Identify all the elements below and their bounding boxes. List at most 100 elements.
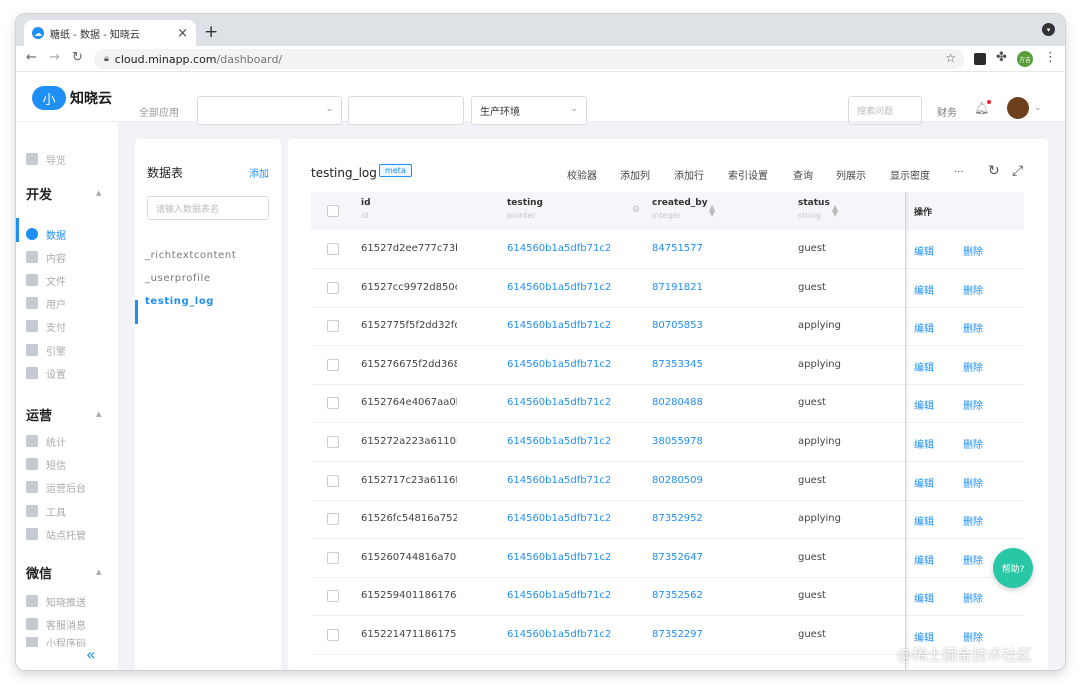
row-checkbox[interactable] (327, 281, 339, 294)
cell-created-by-link[interactable]: 80280509 (652, 475, 703, 486)
table-row[interactable]: 6152764e4067aa0be 614560b1a5dfb71c2 802804… (311, 384, 1024, 424)
row-checkbox[interactable] (327, 397, 339, 410)
sidebar-item-users[interactable]: 用户 (26, 294, 66, 312)
app-select[interactable]: ⌄ (197, 96, 342, 125)
row-checkbox[interactable] (327, 358, 339, 371)
user-avatar[interactable] (1007, 97, 1029, 119)
chevron-up-icon[interactable]: ▲ (96, 189, 101, 197)
sidebar-item-sms[interactable]: 短信 (26, 455, 66, 473)
bell-icon[interactable]: 🔔︎ (974, 100, 992, 115)
kebab-menu-icon[interactable]: ⋮ (1044, 50, 1057, 65)
edit-row-button[interactable]: 编辑 (914, 475, 934, 490)
add-row-button[interactable]: 添加行 (674, 167, 704, 182)
cell-created-by-link[interactable]: 87352647 (652, 552, 703, 563)
browser-tab[interactable]: ☁ 糖纸 - 数据 - 知晓云 × (24, 20, 196, 46)
table-item[interactable]: _richtextcontent (145, 250, 236, 261)
edit-row-button[interactable]: 编辑 (914, 629, 934, 644)
column-header-status[interactable]: status string (798, 198, 830, 220)
density-button[interactable]: 显示密度 (890, 167, 930, 182)
sidebar-item-payment[interactable]: 支付 (26, 317, 66, 335)
edit-row-button[interactable]: 编辑 (914, 436, 934, 451)
cell-testing-link[interactable]: 614560b1a5dfb71c2 (507, 475, 611, 486)
edit-row-button[interactable]: 编辑 (914, 320, 934, 335)
new-tab-button[interactable]: + (204, 22, 218, 42)
cell-created-by-link[interactable]: 84751577 (652, 243, 703, 254)
table-row[interactable]: 6152717c23a6116f0 614560b1a5dfb71c2 802805… (311, 462, 1024, 501)
logo[interactable]: 小 知晓云 (32, 86, 112, 110)
row-checkbox[interactable] (327, 629, 339, 641)
cell-created-by-link[interactable]: 87353345 (652, 359, 703, 370)
forward-icon[interactable]: → (49, 50, 60, 65)
sidebar-item-overview[interactable]: 导览 (26, 150, 66, 168)
delete-row-button[interactable]: 删除 (963, 282, 983, 297)
sidebar-item-push[interactable]: 知晓推送 (26, 592, 86, 610)
bookmark-star-icon[interactable]: ☆ (945, 51, 956, 65)
collapse-sidebar-icon[interactable]: « (86, 645, 96, 664)
gear-icon[interactable]: ⚙ (632, 206, 640, 215)
reload-icon[interactable]: ↻ (72, 50, 83, 65)
index-settings-button[interactable]: 索引设置 (728, 167, 768, 182)
validator-button[interactable]: 校验器 (567, 167, 597, 182)
cell-testing-link[interactable]: 614560b1a5dfb71c2 (507, 513, 611, 524)
delete-row-button[interactable]: 删除 (963, 513, 983, 528)
table-row[interactable]: 6152594011861764 614560b1a5dfb71c2 8735256… (311, 577, 1024, 617)
add-table-link[interactable]: 添加 (249, 165, 269, 180)
cell-testing-link[interactable]: 614560b1a5dfb71c2 (507, 436, 611, 447)
table-search-input[interactable]: 请输入数据表名 (147, 196, 269, 220)
edit-row-button[interactable]: 编辑 (914, 552, 934, 567)
app-input[interactable] (348, 96, 464, 125)
row-checkbox[interactable] (327, 474, 339, 487)
cell-created-by-link[interactable]: 87352297 (652, 629, 703, 640)
cell-created-by-link[interactable]: 38055978 (652, 436, 703, 447)
table-row[interactable]: 61527d2ee777c73be 614560b1a5dfb71c2 847515… (311, 230, 1024, 269)
cell-testing-link[interactable]: 614560b1a5dfb71c2 (507, 320, 611, 331)
cell-created-by-link[interactable]: 80705853 (652, 320, 703, 331)
row-checkbox[interactable] (327, 513, 339, 526)
row-checkbox[interactable] (327, 551, 339, 564)
cell-testing-link[interactable]: 614560b1a5dfb71c2 (507, 243, 611, 254)
table-row[interactable]: 615272a223a6110be 614560b1a5dfb71c2 380559… (311, 423, 1024, 462)
table-item[interactable]: _userprofile (145, 273, 211, 284)
cell-created-by-link[interactable]: 87352952 (652, 513, 703, 524)
cell-created-by-link[interactable]: 80280488 (652, 397, 703, 408)
sidebar-item-stats[interactable]: 统计 (26, 432, 66, 450)
edit-row-button[interactable]: 编辑 (914, 359, 934, 374)
delete-row-button[interactable]: 删除 (963, 436, 983, 451)
edit-row-button[interactable]: 编辑 (914, 397, 934, 412)
row-checkbox[interactable] (327, 590, 339, 603)
cell-created-by-link[interactable]: 87191821 (652, 282, 703, 293)
cell-testing-link[interactable]: 614560b1a5dfb71c2 (507, 359, 611, 370)
column-header-created-by[interactable]: created_by integer (652, 198, 708, 220)
delete-row-button[interactable]: 删除 (963, 320, 983, 335)
cell-testing-link[interactable]: 614560b1a5dfb71c2 (507, 282, 611, 293)
back-icon[interactable]: ← (26, 50, 37, 65)
delete-row-button[interactable]: 删除 (963, 552, 983, 567)
edit-row-button[interactable]: 编辑 (914, 243, 934, 258)
delete-row-button[interactable]: 删除 (963, 475, 983, 490)
sort-icon[interactable]: ▲ ▼ (832, 204, 838, 218)
delete-row-button[interactable]: 删除 (963, 590, 983, 605)
cell-testing-link[interactable]: 614560b1a5dfb71c2 (507, 629, 611, 640)
sidebar-item-service-msg[interactable]: 客服消息 (26, 615, 86, 633)
query-button[interactable]: 查询 (793, 167, 813, 182)
expand-icon[interactable]: ⤢ (1012, 163, 1023, 179)
column-display-button[interactable]: 列展示 (836, 167, 866, 182)
column-header-id[interactable]: id id (361, 198, 371, 220)
table-row[interactable]: 615276675f2dd3685 614560b1a5dfb71c2 873533… (311, 346, 1024, 385)
column-header-testing[interactable]: testing pointer (507, 198, 543, 220)
meta-badge[interactable]: meta (379, 164, 412, 177)
more-button[interactable]: ··· (954, 167, 964, 178)
sidebar-item-tools[interactable]: 工具 (26, 502, 66, 520)
sidebar-item-content[interactable]: 内容 (26, 248, 66, 266)
chevron-up-icon[interactable]: ▲ (96, 410, 101, 418)
add-column-button[interactable]: 添加列 (620, 167, 650, 182)
url-field[interactable]: 🔒︎ cloud.minapp.com /dashboard/ ☆ (94, 49, 964, 69)
cell-testing-link[interactable]: 614560b1a5dfb71c2 (507, 590, 611, 601)
chevron-up-icon[interactable]: ▲ (96, 568, 101, 576)
delete-row-button[interactable]: 删除 (963, 397, 983, 412)
table-row[interactable]: 61527cc9972d850c3 614560b1a5dfb71c2 871918… (311, 269, 1024, 308)
sidebar-item-hosting[interactable]: 站点托管 (26, 525, 86, 543)
row-checkbox[interactable] (327, 436, 339, 448)
table-item-active[interactable]: testing_log (145, 296, 214, 307)
profile-menu-icon[interactable]: ▾ (1042, 23, 1055, 36)
